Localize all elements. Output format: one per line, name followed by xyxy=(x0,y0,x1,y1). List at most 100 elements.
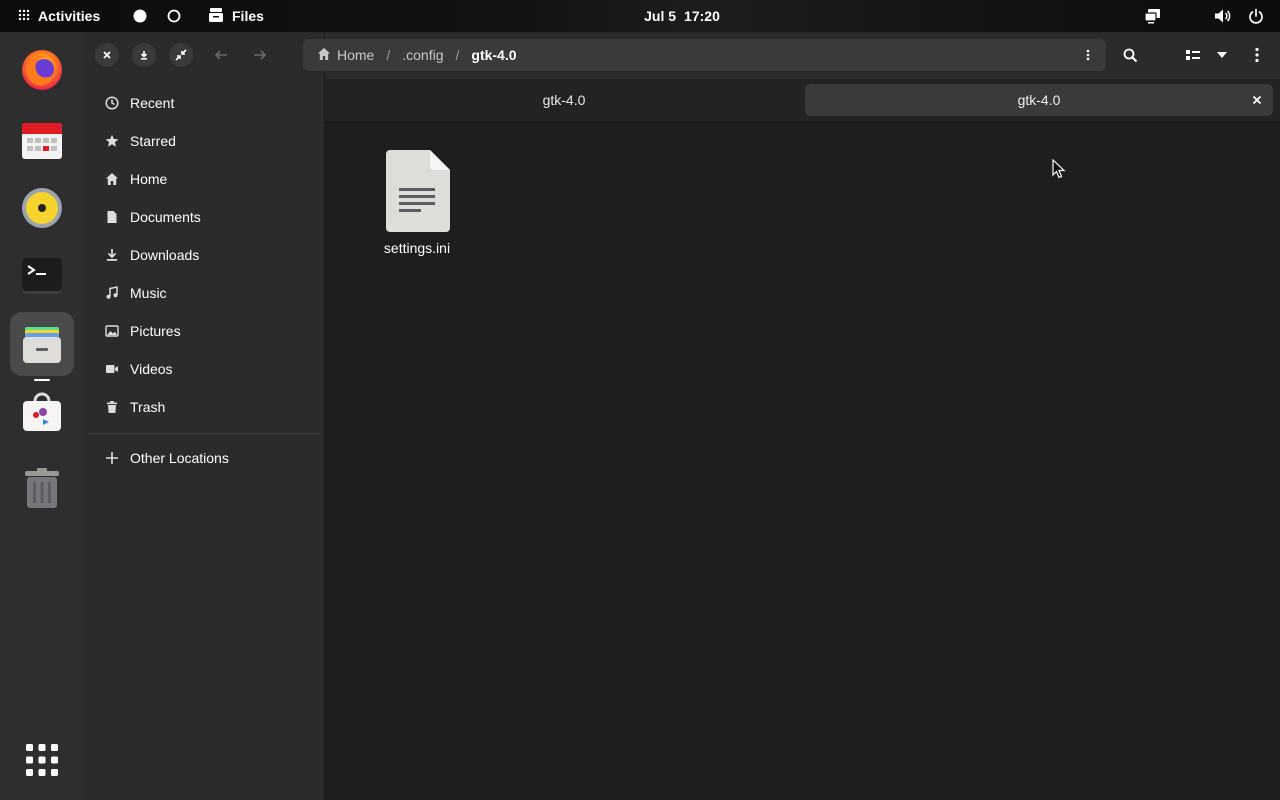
forward-button[interactable] xyxy=(248,43,272,67)
sidebar-item-videos[interactable]: Videos xyxy=(88,350,320,388)
calendar-icon xyxy=(22,123,62,159)
firefox-icon xyxy=(22,50,62,90)
sidebar-item-label: Music xyxy=(130,285,167,301)
home-icon xyxy=(104,171,120,187)
text-file-icon xyxy=(386,150,450,232)
main-menu-button[interactable] xyxy=(1245,43,1269,67)
sidebar-item-documents[interactable]: Documents xyxy=(88,198,320,236)
header-bar: Home / .config / gtk-4.0 xyxy=(303,32,1280,79)
plus-icon xyxy=(104,450,120,466)
volume-icon[interactable] xyxy=(1214,8,1232,24)
arrow-right-icon xyxy=(254,50,267,60)
dock-calendar[interactable] xyxy=(10,108,74,172)
sidebar-item-home[interactable]: Home xyxy=(88,160,320,198)
view-options-button[interactable] xyxy=(1210,43,1234,67)
close-icon xyxy=(103,51,111,59)
rhythmbox-icon xyxy=(22,188,62,228)
vertical-dots-icon xyxy=(1086,49,1090,61)
dock-files[interactable] xyxy=(10,312,74,381)
clock-date: Jul 5 xyxy=(644,8,677,24)
music-icon xyxy=(104,285,120,301)
dock-trash[interactable] xyxy=(10,456,74,520)
picture-icon xyxy=(104,323,120,339)
sidebar-item-recent[interactable]: Recent xyxy=(88,84,320,122)
path-menu-button[interactable] xyxy=(1076,43,1100,67)
path-bar[interactable]: Home / .config / gtk-4.0 xyxy=(303,39,1106,71)
clock-time: 17:20 xyxy=(684,8,720,24)
files-icon xyxy=(23,327,61,363)
screen-share-icon[interactable] xyxy=(1144,8,1162,24)
sidebar-item-label: Trash xyxy=(130,399,166,415)
sidebar-item-label: Pictures xyxy=(130,323,181,339)
breadcrumb-separator: / xyxy=(455,47,460,63)
breadcrumb-config[interactable]: .config xyxy=(394,47,451,63)
sidebar-item-music[interactable]: Music xyxy=(88,274,320,312)
breadcrumb-label: gtk-4.0 xyxy=(471,47,517,63)
dock-software[interactable] xyxy=(10,380,74,444)
close-button[interactable] xyxy=(95,43,119,67)
sidebar-item-other-locations[interactable]: Other Locations xyxy=(88,439,320,477)
file-item-settings-ini[interactable]: settings.ini xyxy=(373,150,461,256)
other-locations-container: Other Locations xyxy=(88,439,320,477)
list-view-icon xyxy=(1186,50,1200,60)
arrow-left-icon xyxy=(214,50,227,60)
tab-label: gtk-4.0 xyxy=(1017,92,1061,108)
tab-bar: gtk-4.0 gtk-4.0 xyxy=(325,79,1280,123)
tab-gtk-4-0-active[interactable]: gtk-4.0 xyxy=(805,84,1273,116)
file-name: settings.ini xyxy=(383,240,451,256)
sidebar: Recent Starred Home Documents Downloads … xyxy=(84,32,325,800)
breadcrumb-current[interactable]: gtk-4.0 xyxy=(463,47,524,63)
app-grid-icon xyxy=(26,744,58,776)
sidebar-item-label: Other Locations xyxy=(130,450,229,466)
sidebar-item-label: Documents xyxy=(130,209,201,225)
breadcrumb-home[interactable]: Home xyxy=(303,47,382,64)
sidebar-item-label: Recent xyxy=(130,95,175,111)
dock-show-apps[interactable] xyxy=(10,728,74,792)
tab-gtk-4-0-first[interactable]: gtk-4.0 xyxy=(329,84,799,116)
document-icon xyxy=(104,209,120,225)
view-toggle-button[interactable] xyxy=(1181,43,1205,67)
sidebar-item-pictures[interactable]: Pictures xyxy=(88,312,320,350)
star-icon xyxy=(104,133,120,149)
download-icon xyxy=(104,247,120,263)
sidebar-item-label: Videos xyxy=(130,361,173,377)
home-icon xyxy=(317,47,331,64)
trash-bin-icon xyxy=(25,468,59,508)
vertical-dots-icon xyxy=(1255,47,1259,63)
video-icon xyxy=(104,361,120,377)
sidebar-item-label: Home xyxy=(130,171,168,187)
dock-firefox[interactable] xyxy=(10,38,74,102)
breadcrumb-label: Home xyxy=(337,47,375,63)
sidebar-separator xyxy=(88,433,320,434)
sidebar-item-trash[interactable]: Trash xyxy=(88,388,320,426)
top-bar: Activities Files Jul 5 17:20 xyxy=(0,0,1280,32)
sidebar-item-starred[interactable]: Starred xyxy=(88,122,320,160)
system-status-area[interactable] xyxy=(1144,0,1264,32)
dock-rhythmbox[interactable] xyxy=(10,176,74,240)
restore-button[interactable] xyxy=(169,43,193,67)
mouse-pointer-icon xyxy=(1052,158,1066,182)
search-icon xyxy=(1123,48,1137,62)
search-button[interactable] xyxy=(1118,43,1142,67)
tab-close-button[interactable] xyxy=(1247,90,1267,110)
sidebar-item-downloads[interactable]: Downloads xyxy=(88,236,320,274)
breadcrumb-separator: / xyxy=(386,47,391,63)
software-icon xyxy=(23,392,61,431)
close-icon xyxy=(1252,95,1262,105)
minimize-icon xyxy=(140,51,148,60)
main-view: Home / .config / gtk-4.0 gtk-4.0 gtk-4.0… xyxy=(303,32,1280,800)
trash-icon xyxy=(104,399,120,415)
dock-terminal[interactable] xyxy=(10,244,74,308)
minimize-button[interactable] xyxy=(132,43,156,67)
chevron-down-icon xyxy=(1217,52,1227,58)
clock-button[interactable]: Jul 5 17:20 xyxy=(0,0,1280,32)
terminal-icon xyxy=(22,258,62,294)
sidebar-item-label: Starred xyxy=(130,133,176,149)
unmaximize-icon xyxy=(175,49,187,61)
breadcrumb-label: .config xyxy=(402,47,444,63)
power-icon[interactable] xyxy=(1248,8,1264,24)
places-list: Recent Starred Home Documents Downloads … xyxy=(88,84,320,426)
back-button[interactable] xyxy=(209,43,233,67)
tab-label: gtk-4.0 xyxy=(542,92,586,108)
sidebar-item-label: Downloads xyxy=(130,247,200,263)
